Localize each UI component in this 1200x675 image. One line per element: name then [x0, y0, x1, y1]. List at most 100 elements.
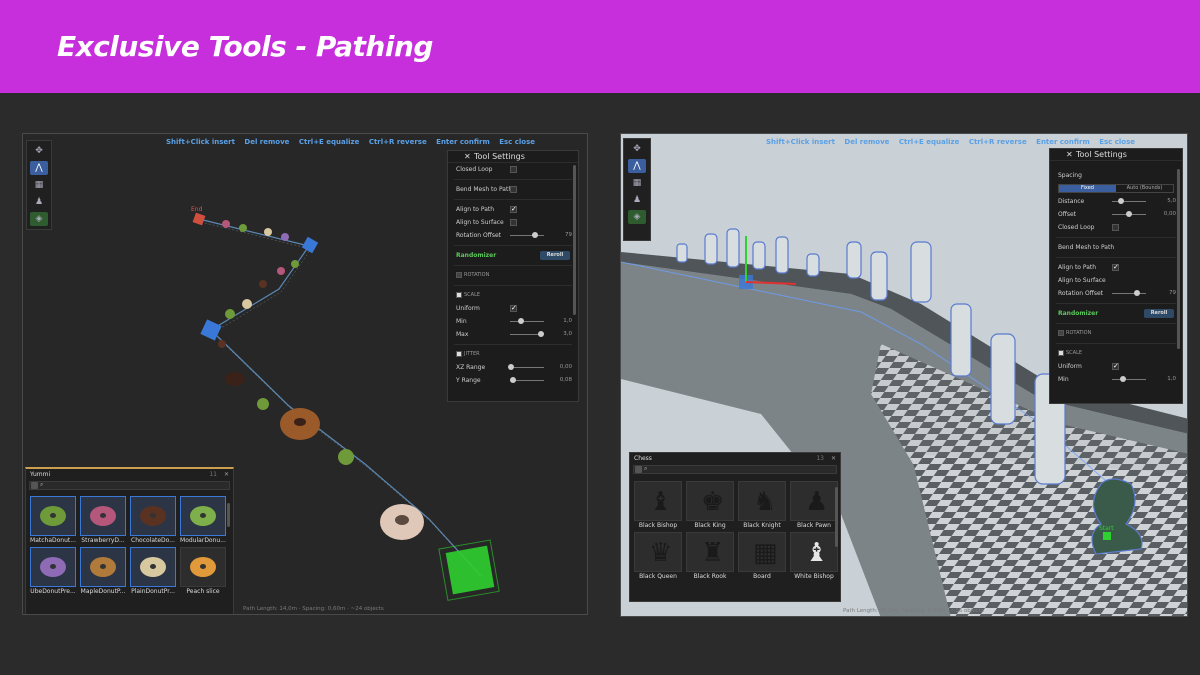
browser-scrollbar[interactable]: [835, 487, 838, 547]
tool-settings-header[interactable]: ✕ Tool Settings: [1050, 149, 1182, 161]
asset-thumbnail: ♞: [738, 481, 786, 521]
rotation-checkbox[interactable]: [1058, 330, 1064, 336]
scale-checkbox[interactable]: [1058, 350, 1064, 356]
rotation-offset-slider[interactable]: [510, 232, 544, 238]
align-path-row: Align to Path: [448, 203, 578, 216]
chess-piece-icon: ♛: [649, 538, 673, 568]
refresh-icon[interactable]: [31, 482, 38, 489]
rotation-section[interactable]: ROTATION: [448, 269, 578, 282]
settings-scrollbar[interactable]: [1177, 169, 1180, 349]
close-icon[interactable]: ✕: [831, 453, 836, 464]
uniform-checkbox[interactable]: [1112, 360, 1119, 373]
rotation-section[interactable]: ROTATION: [1050, 327, 1182, 340]
asset-tile[interactable]: ♜ Black Rook: [686, 532, 734, 582]
fixed-option[interactable]: Fixed: [1059, 185, 1116, 192]
min-label: Min: [1058, 376, 1069, 383]
asset-thumbnail: [80, 496, 126, 536]
asset-tile[interactable]: ♝ Black Bishop: [634, 481, 682, 531]
align-path-checkbox[interactable]: [1112, 261, 1119, 274]
wrench-icon: ✕: [1066, 150, 1073, 159]
tool-settings-title: Tool Settings: [1076, 150, 1127, 159]
rotation-offset-value: 79: [565, 232, 572, 238]
min-slider[interactable]: [510, 318, 544, 324]
asset-tile[interactable]: ModularDonu...: [180, 496, 226, 546]
jitter-checkbox[interactable]: [456, 351, 462, 357]
grid-icon[interactable]: ▦: [628, 176, 646, 190]
align-surface-checkbox[interactable]: [510, 219, 517, 226]
asset-tile[interactable]: UbeDonutPre...: [30, 547, 76, 597]
scatter-icon[interactable]: ◈: [628, 210, 646, 224]
path-node-icon[interactable]: ⋀: [30, 161, 48, 175]
asset-tile[interactable]: ChocolateDo...: [130, 496, 176, 546]
grid-icon[interactable]: ▦: [30, 178, 48, 192]
rotation-section-label: ROTATION: [464, 272, 490, 278]
refresh-icon[interactable]: [635, 466, 642, 473]
jitter-section-label: JITTER: [464, 351, 480, 357]
tool-settings-header[interactable]: ✕ Tool Settings: [448, 151, 578, 163]
align-surface-label: Align to Surface: [456, 219, 504, 226]
rotation-offset-slider[interactable]: [1112, 290, 1146, 296]
asset-tile[interactable]: MatchaDonut...: [30, 496, 76, 546]
offset-value: 0,00: [1163, 211, 1176, 217]
min-value: 1,0: [1167, 376, 1176, 382]
asset-tile[interactable]: ♞ Black Knight: [738, 481, 786, 531]
donut-icon: [140, 557, 166, 577]
min-slider[interactable]: [1112, 376, 1146, 382]
y-range-label: Y Range: [456, 377, 481, 384]
search-input[interactable]: ⌕: [633, 465, 837, 474]
y-range-slider[interactable]: [510, 377, 544, 383]
asset-label: Black Knight: [743, 522, 781, 529]
item-count: 11: [209, 471, 217, 478]
scale-section[interactable]: SCALE: [1050, 347, 1182, 360]
jitter-section[interactable]: JITTER: [448, 348, 578, 361]
donut-icon: [190, 557, 216, 577]
asset-label: StrawberryD...: [81, 537, 125, 544]
asset-tile[interactable]: PlainDonutPr...: [130, 547, 176, 597]
offset-slider[interactable]: [1112, 211, 1146, 217]
asset-tile[interactable]: ♛ Black Queen: [634, 532, 682, 582]
asset-tile[interactable]: ♚ Black King: [686, 481, 734, 531]
spacing-mode-toggle[interactable]: Fixed Auto (Bounds): [1058, 184, 1174, 193]
closed-loop-checkbox[interactable]: [1112, 224, 1119, 231]
asset-tile[interactable]: StrawberryD...: [80, 496, 126, 546]
search-input[interactable]: ⌕: [29, 481, 230, 490]
distance-slider[interactable]: [1112, 198, 1146, 204]
asset-tile[interactable]: ♝ White Bishop: [790, 532, 838, 582]
max-slider[interactable]: [510, 331, 544, 337]
move-icon[interactable]: ✥: [30, 144, 48, 158]
hint-close: Esc close: [499, 138, 536, 146]
scale-section[interactable]: SCALE: [448, 289, 578, 302]
reroll-button[interactable]: Reroll: [540, 251, 570, 260]
asset-tile[interactable]: ▦ Board: [738, 532, 786, 582]
move-icon[interactable]: ✥: [628, 142, 646, 156]
uniform-row: Uniform: [1050, 360, 1182, 373]
randomizer-header[interactable]: Randomizer Reroll: [1050, 307, 1182, 320]
tool-settings-title: Tool Settings: [474, 152, 525, 161]
asset-label: MapleDonutP...: [80, 588, 126, 595]
randomizer-header[interactable]: Randomizer Reroll: [448, 249, 578, 262]
stamp-icon[interactable]: ♟: [628, 193, 646, 207]
donut-icon: [40, 557, 66, 577]
settings-scrollbar[interactable]: [573, 165, 576, 315]
donut-icon: [90, 557, 116, 577]
browser-scrollbar[interactable]: [227, 503, 230, 527]
asset-tile[interactable]: Peach slice: [180, 547, 226, 597]
stamp-icon[interactable]: ♟: [30, 195, 48, 209]
closed-loop-checkbox[interactable]: [510, 166, 517, 173]
align-path-checkbox[interactable]: [510, 203, 517, 216]
scatter-icon[interactable]: ◈: [30, 212, 48, 226]
auto-bounds-option[interactable]: Auto (Bounds): [1116, 185, 1173, 192]
asset-tile[interactable]: MapleDonutP...: [80, 547, 126, 597]
rotation-offset-label: Rotation Offset: [456, 232, 502, 239]
asset-tile[interactable]: ♟ Black Pawn: [790, 481, 838, 531]
uniform-checkbox[interactable]: [510, 302, 517, 315]
rotation-checkbox[interactable]: [456, 272, 462, 278]
xz-range-slider[interactable]: [508, 364, 544, 370]
scale-checkbox[interactable]: [456, 292, 462, 298]
xz-range-value: 0,00: [559, 364, 572, 370]
bend-mesh-checkbox[interactable]: [510, 186, 517, 193]
close-icon[interactable]: ✕: [224, 469, 229, 480]
path-node-icon[interactable]: ⋀: [628, 159, 646, 173]
reroll-button[interactable]: Reroll: [1144, 309, 1174, 318]
asset-thumbnail: ♚: [686, 481, 734, 521]
